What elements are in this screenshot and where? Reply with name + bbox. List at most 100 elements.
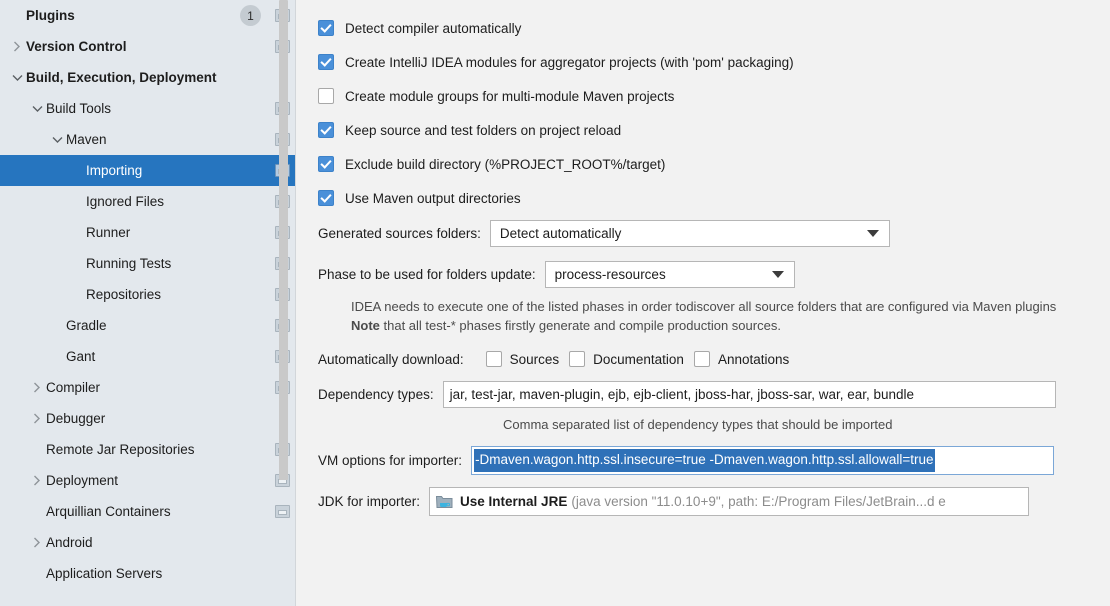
sidebar-item-label: Build Tools [46,101,112,116]
chevron-down-icon [866,230,879,237]
sidebar-item-maven[interactable]: Maven [0,124,296,155]
vm-options-input[interactable]: -Dmaven.wagon.http.ssl.insecure=true -Dm… [471,446,1055,475]
dependency-types-hint: Comma separated list of dependency types… [503,417,893,432]
sidebar-item-label: Arquillian Containers [46,504,171,519]
checkbox-checked-icon[interactable] [318,190,334,206]
phase-note-bold: Note [351,318,380,333]
checkbox-label: Exclude build directory (%PROJECT_ROOT%/… [345,156,666,172]
checkbox-row[interactable]: Exclude build directory (%PROJECT_ROOT%/… [296,147,1110,181]
sidebar-item-label: Plugins [26,8,75,23]
checkbox-checked-icon[interactable] [318,54,334,70]
chevron-down-icon[interactable] [28,105,46,113]
sidebar-item-label: Version Control [26,39,127,54]
generated-sources-row: Generated sources folders: Detect automa… [296,220,1110,247]
sidebar-item-label: Maven [66,132,107,147]
sidebar-item-label: Gradle [66,318,107,333]
chevron-right-icon[interactable] [8,41,26,52]
jdk-name: Use Internal JRE [460,494,568,509]
auto-download-options: Sources Documentation Annotations [476,351,790,367]
auto-download-option-label: Annotations [717,351,790,367]
sidebar-item-label: Application Servers [46,566,163,581]
auto-download-option[interactable]: Annotations [693,351,790,367]
auto-download-row: Automatically download: Sources Documenta… [296,351,1110,367]
sidebar-item-label: Deployment [46,473,119,488]
checkbox-label: Use Maven output directories [345,190,521,206]
sidebar-item-version-control[interactable]: Version Control [0,31,296,62]
sidebar-item-gradle[interactable]: Gradle [0,310,296,341]
checkbox-row[interactable]: Keep source and test folders on project … [296,113,1110,147]
sidebar-item-compiler[interactable]: Compiler [0,372,296,403]
phase-update-label: Phase to be used for folders update: [318,267,536,282]
jdk-importer-label: JDK for importer: [318,494,421,509]
chevron-right-icon[interactable] [28,537,46,548]
dependency-types-value: jar, test-jar, maven-plugin, ejb, ejb-cl… [449,387,915,402]
auto-download-label: Automatically download: [318,351,464,367]
checkbox-unchecked-icon[interactable] [485,351,502,367]
sidebar-item-debugger[interactable]: Debugger [0,403,296,434]
jdk-path: (java version "11.0.10+9", path: E:/Prog… [571,494,946,509]
settings-window: Plugins 1 Version Control Build, Execution,… [0,0,1110,606]
chevron-right-icon[interactable] [28,475,46,486]
sidebar-item-runner[interactable]: Runner [0,217,296,248]
phase-update-value: process-resources [554,267,666,282]
sidebar-item-label: Repositories [86,287,162,302]
phase-note-line-1: IDEA needs to execute one of the listed … [351,299,1057,314]
auto-download-option-label: Documentation [593,351,684,367]
sidebar-item-label: Debugger [46,411,106,426]
chevron-right-icon[interactable] [28,413,46,424]
auto-download-option-label: Sources [509,351,560,367]
sidebar-item-importing[interactable]: Importing [0,155,296,186]
checkbox-checked-icon[interactable] [318,156,334,172]
sidebar-item-label: Remote Jar Repositories [46,442,195,457]
sidebar-item-label: Gant [66,349,96,364]
checkbox-row[interactable]: Create IntelliJ IDEA modules for aggrega… [296,45,1110,79]
sidebar-item-label: Running Tests [86,256,172,271]
sidebar-item-gant[interactable]: Gant [0,341,296,372]
vm-options-value: -Dmaven.wagon.http.ssl.insecure=true -Dm… [474,449,935,472]
checkbox-unchecked-icon[interactable] [569,351,586,367]
chevron-right-icon[interactable] [28,382,46,393]
sidebar-item-ignored-files[interactable]: Ignored Files [0,186,296,217]
generated-sources-label: Generated sources folders: [318,226,481,241]
checkbox-label: Create IntelliJ IDEA modules for aggrega… [345,54,794,70]
auto-download-option[interactable]: Sources [485,351,560,367]
sidebar-item-plugins[interactable]: Plugins 1 [0,0,296,31]
settings-tree[interactable]: Plugins 1 Version Control Build, Execution,… [0,0,296,589]
plugins-update-badge: 1 [240,5,261,26]
dependency-types-input[interactable]: jar, test-jar, maven-plugin, ejb, ejb-cl… [442,381,1056,408]
sidebar-item-remote-jar-repositories[interactable]: Remote Jar Repositories [0,434,296,465]
sidebar-item-deployment[interactable]: Deployment [0,465,296,496]
checkbox-row[interactable]: Detect compiler automatically [296,11,1110,45]
checkbox-checked-icon[interactable] [318,122,334,138]
sidebar-item-label: Build, Execution, Deployment [26,70,217,85]
checkbox-row[interactable]: Use Maven output directories [296,181,1110,215]
chevron-down-icon[interactable] [8,74,26,82]
sidebar-item-application-servers[interactable]: Application Servers [0,558,296,589]
sidebar-item-label: Compiler [46,380,101,395]
sidebar-item-running-tests[interactable]: Running Tests [0,248,296,279]
sidebar-scrollbar-thumb[interactable] [279,0,288,480]
sidebar-item-label: Runner [86,225,131,240]
phase-note-rest: that all test-* phases firstly generate … [379,318,781,333]
chevron-down-icon[interactable] [48,136,66,144]
jdk-for-importer-dropdown[interactable]: Use Internal JRE (java version "11.0.10+… [429,487,1030,516]
sidebar-item-build-execution-deployment[interactable]: Build, Execution, Deployment [0,62,296,93]
sidebar-item-repositories[interactable]: Repositories [0,279,296,310]
checkbox-row[interactable]: Create module groups for multi-module Ma… [296,79,1110,113]
checkbox-label: Keep source and test folders on project … [345,122,622,138]
checkbox-group: Detect compiler automatically Create Inte… [296,0,1110,215]
generated-sources-value: Detect automatically [499,226,622,241]
phase-note: IDEA needs to execute one of the listed … [296,297,1110,335]
sidebar-item-build-tools[interactable]: Build Tools [0,93,296,124]
jdk-importer-row: JDK for importer: Use Internal JRE (java… [296,487,1110,516]
sidebar-item-arquillian-containers[interactable]: Arquillian Containers [0,496,296,527]
checkbox-unchecked-icon[interactable] [318,88,334,104]
settings-sidebar[interactable]: Plugins 1 Version Control Build, Execution,… [0,0,296,606]
checkbox-unchecked-icon[interactable] [693,351,710,367]
sidebar-item-android[interactable]: Android [0,527,296,558]
checkbox-checked-icon[interactable] [318,20,334,36]
checkbox-label: Detect compiler automatically [345,20,522,36]
phase-for-folders-update-dropdown[interactable]: process-resources [544,261,795,288]
generated-sources-folders-dropdown[interactable]: Detect automatically [489,220,890,247]
auto-download-option[interactable]: Documentation [569,351,684,367]
